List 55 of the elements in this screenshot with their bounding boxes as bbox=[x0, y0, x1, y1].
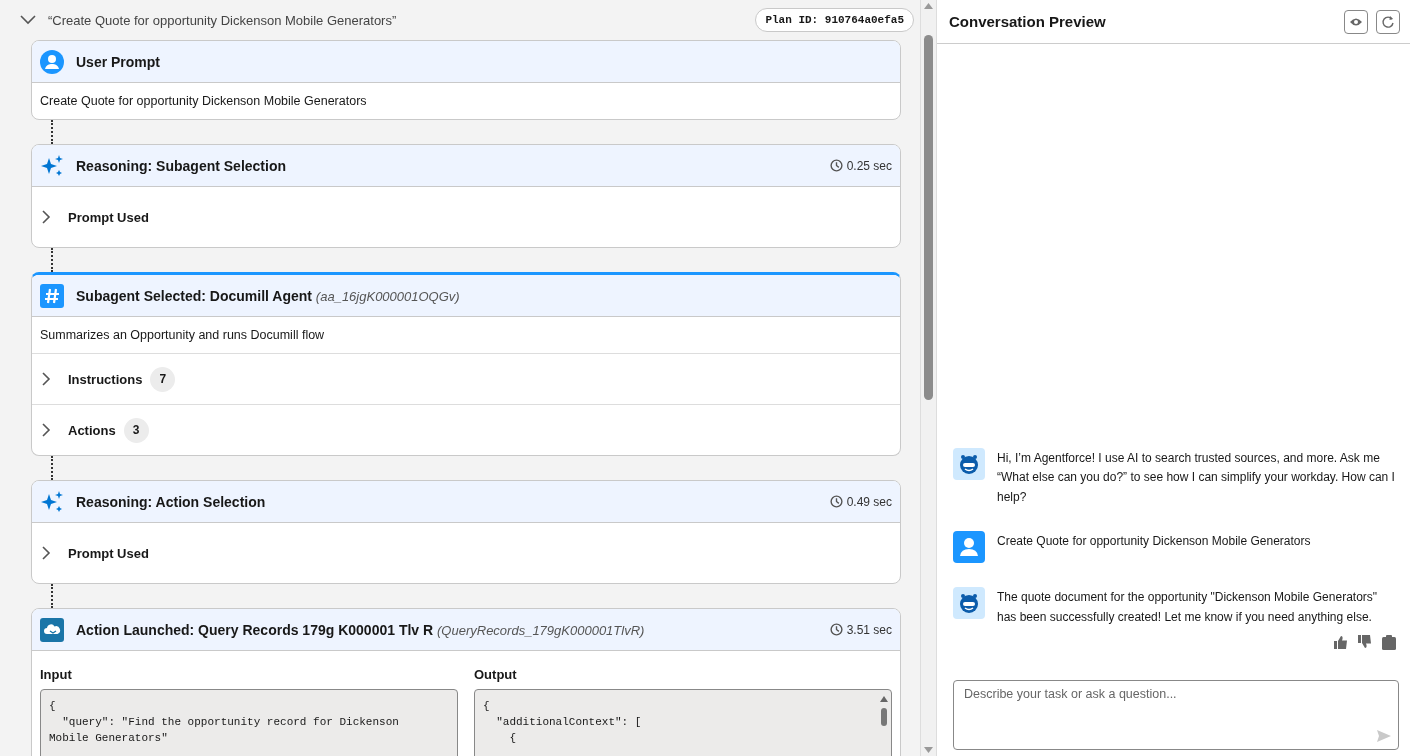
collapsible-row[interactable]: Instructions 7 bbox=[32, 354, 900, 405]
chevron-right-icon[interactable] bbox=[40, 372, 52, 386]
code-block: { "query": "Find the opportunity record for Dickenson Mobile Generators" bbox=[40, 689, 458, 756]
clock-icon bbox=[829, 623, 843, 636]
section-label: Output bbox=[474, 667, 518, 682]
clock-icon bbox=[829, 159, 843, 172]
clock-icon bbox=[829, 495, 843, 508]
count-badge: 3 bbox=[123, 417, 149, 443]
refresh-button[interactable] bbox=[1376, 9, 1400, 34]
chevron-down-icon[interactable] bbox=[20, 15, 36, 25]
step-title: Reasoning: Subagent Selection bbox=[76, 157, 288, 174]
user-avatar bbox=[953, 531, 985, 563]
collapsible-row[interactable]: Actions 3 bbox=[32, 405, 900, 455]
step-title: Subagent Selected: Documill Agent (aa_16jgK000001OQGv) bbox=[76, 287, 461, 304]
code-block: { "additionalContext": [ { bbox=[474, 689, 892, 756]
step-title: Reasoning: Action Selection bbox=[76, 493, 267, 510]
plan-id-badge: Plan ID: 910764a0efa5 bbox=[755, 8, 914, 32]
chevron-right-icon[interactable] bbox=[40, 546, 52, 560]
duration-label: 3.51 sec bbox=[846, 622, 892, 637]
person-icon bbox=[40, 49, 64, 74]
thumbs-up-icon[interactable] bbox=[1334, 635, 1348, 649]
refresh-icon bbox=[1381, 14, 1395, 29]
panel-title: Conversation Preview bbox=[949, 13, 1107, 30]
duration-label: 0.49 sec bbox=[846, 494, 892, 509]
row-label: Prompt Used bbox=[68, 209, 149, 225]
preview-button[interactable] bbox=[1344, 9, 1368, 34]
clipboard-icon[interactable] bbox=[1382, 635, 1396, 650]
row-label: Prompt Used bbox=[68, 545, 149, 561]
row-label: Instructions bbox=[68, 371, 143, 387]
hash-icon bbox=[40, 283, 64, 308]
sparkles-icon bbox=[40, 153, 64, 178]
message-input-field[interactable]: Describe your task or ask a question... bbox=[953, 680, 1399, 750]
robot-avatar bbox=[953, 447, 985, 480]
message-text: Hi, I’m Agentforce! I use AI to search trusted sources, and more. Ask me “What else can you do?” to see how I can simplify your workday. How can I help? bbox=[997, 449, 1396, 506]
row-label: Actions bbox=[68, 422, 116, 438]
eye-icon bbox=[1349, 16, 1363, 27]
robot-avatar bbox=[953, 587, 985, 619]
message-text: Create Quote for opportunity Dickenson Mobile Generators bbox=[997, 533, 1312, 550]
step-description: Create Quote for opportunity Dickenson Mobile Generators bbox=[39, 93, 368, 110]
thumbs-down-icon[interactable] bbox=[1358, 635, 1372, 649]
step-title: User Prompt bbox=[76, 53, 162, 70]
count-badge: 7 bbox=[150, 366, 176, 392]
duration-label: 0.25 sec bbox=[846, 158, 892, 173]
scrollbar[interactable] bbox=[921, 0, 936, 756]
step-title: Action Launched: Query Records 179g K000001 Tlv R (QueryRecords_179gK000001TlvR) bbox=[76, 621, 646, 638]
chevron-right-icon[interactable] bbox=[40, 423, 52, 437]
step-description: Summarizes an Opportunity and runs Documill flow bbox=[32, 317, 900, 354]
section-label: Input bbox=[40, 667, 73, 682]
collapsible-row[interactable]: Prompt Used bbox=[32, 523, 900, 583]
sparkles-icon bbox=[40, 489, 64, 514]
cloud-icon bbox=[40, 617, 64, 642]
chevron-right-icon[interactable] bbox=[40, 210, 52, 224]
collapsible-row[interactable]: Prompt Used bbox=[32, 187, 900, 247]
plan-title: “Create Quote for opportunity Dickenson Mobile Generators” bbox=[48, 12, 398, 28]
message-text: The quote document for the opportunity "Dickenson Mobile Generators" has been successfully created! Let me know if you need anything else. bbox=[997, 589, 1379, 626]
